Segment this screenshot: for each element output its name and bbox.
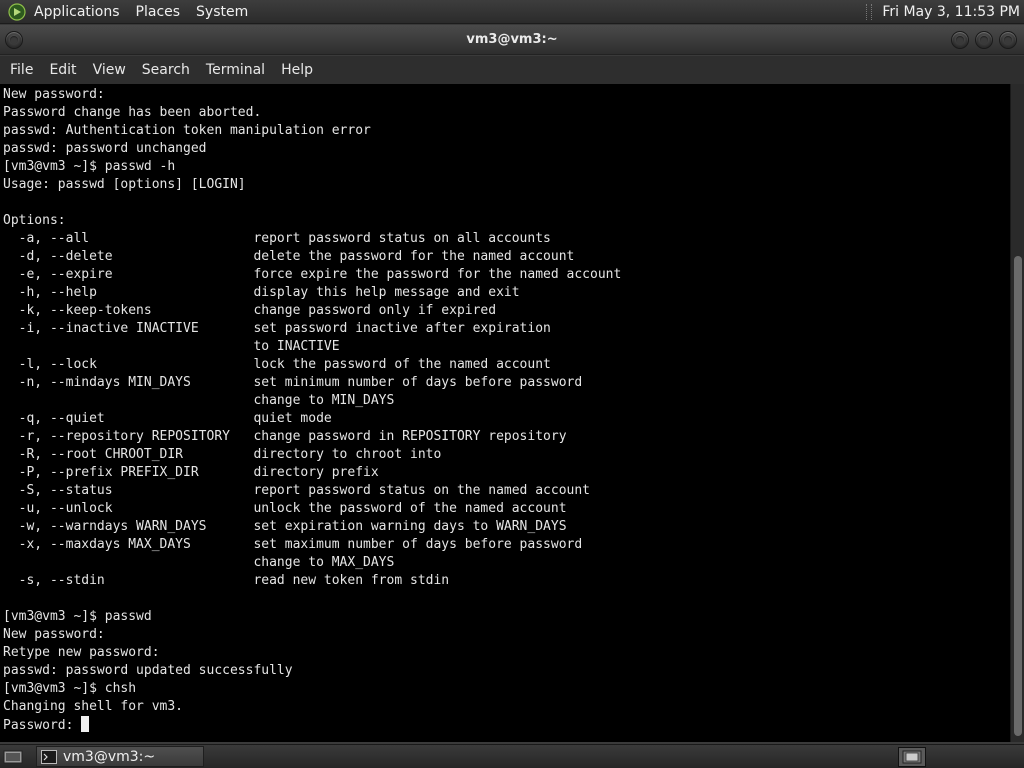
terminal-line: -a, --all report password status on all … bbox=[3, 231, 551, 246]
terminal-line: -n, --mindays MIN_DAYS set minimum numbe… bbox=[3, 375, 583, 390]
terminal-line: -S, --status report password status on t… bbox=[3, 483, 590, 498]
terminal-line: -k, --keep-tokens change password only i… bbox=[3, 303, 497, 318]
top-panel: Applications Places System Fri May 3, 11… bbox=[0, 0, 1024, 24]
terminal-line: -l, --lock lock the password of the name… bbox=[3, 357, 551, 372]
menu-places[interactable]: Places bbox=[128, 4, 189, 20]
terminal-line: -u, --unlock unlock the password of the … bbox=[3, 501, 567, 516]
terminal-line: -w, --warndays WARN_DAYS set expiration … bbox=[3, 519, 567, 534]
terminal-line: [vm3@vm3 ~]$ chsh bbox=[3, 681, 137, 696]
terminal-line: -P, --prefix PREFIX_DIR directory prefix bbox=[3, 465, 379, 480]
menu-file[interactable]: File bbox=[2, 62, 41, 78]
terminal-line: Options: bbox=[3, 213, 66, 228]
terminal-line: -d, --delete delete the password for the… bbox=[3, 249, 575, 264]
terminal-line: change to MAX_DAYS bbox=[3, 555, 395, 570]
terminal-line: -h, --help display this help message and… bbox=[3, 285, 520, 300]
terminal-line: passwd: password unchanged bbox=[3, 141, 207, 156]
distro-logo-icon[interactable] bbox=[8, 2, 26, 21]
terminal-line: Usage: passwd [options] [LOGIN] bbox=[3, 177, 246, 192]
terminal-output[interactable]: New password: Password change has been a… bbox=[0, 84, 1010, 742]
panel-right: Fri May 3, 11:53 PM bbox=[866, 0, 1024, 24]
terminal-line: [vm3@vm3 ~]$ passwd -h bbox=[3, 159, 176, 174]
text-cursor bbox=[81, 716, 90, 732]
terminal-line: Retype new password: bbox=[3, 645, 160, 660]
close-button[interactable] bbox=[999, 31, 1017, 49]
window-title: vm3@vm3:~ bbox=[466, 32, 558, 47]
menu-edit[interactable]: Edit bbox=[41, 62, 84, 78]
panel-menu: Applications Places System bbox=[0, 0, 256, 24]
terminal-scrollbar[interactable] bbox=[1010, 84, 1024, 742]
terminal-line: -R, --root CHROOT_DIR directory to chroo… bbox=[3, 447, 442, 462]
minimize-button[interactable] bbox=[951, 31, 969, 49]
terminal-line: change to MIN_DAYS bbox=[3, 393, 395, 408]
terminal-line: -q, --quiet quiet mode bbox=[3, 411, 332, 426]
clock[interactable]: Fri May 3, 11:53 PM bbox=[882, 4, 1024, 20]
terminal-line: Password change has been aborted. bbox=[3, 105, 262, 120]
workspace-switcher[interactable] bbox=[898, 746, 926, 767]
terminal-line: New password: bbox=[3, 87, 105, 102]
menu-help[interactable]: Help bbox=[273, 62, 321, 78]
terminal-line: passwd: password updated successfully bbox=[3, 663, 293, 678]
terminal-line: -x, --maxdays MAX_DAYS set maximum numbe… bbox=[3, 537, 583, 552]
password-prompt: Password: bbox=[3, 718, 82, 733]
terminal-line: [vm3@vm3 ~]$ passwd bbox=[3, 609, 152, 624]
window-menu-icon[interactable] bbox=[5, 31, 23, 49]
terminal-line: -s, --stdin read new token from stdin bbox=[3, 573, 450, 588]
taskbar-item-terminal[interactable]: vm3@vm3:~ bbox=[36, 746, 204, 767]
bottom-panel: vm3@vm3:~ bbox=[0, 744, 1024, 768]
taskbar-item-label: vm3@vm3:~ bbox=[63, 748, 156, 765]
maximize-button[interactable] bbox=[975, 31, 993, 49]
terminal-line: to INACTIVE bbox=[3, 339, 340, 354]
terminal-text: New password: Password change has been a… bbox=[3, 86, 1010, 735]
workspace-icon bbox=[902, 750, 922, 763]
menu-terminal[interactable]: Terminal bbox=[198, 62, 273, 78]
terminal-icon bbox=[41, 749, 57, 764]
terminal-line: passwd: Authentication token manipulatio… bbox=[3, 123, 371, 138]
terminal-line: New password: bbox=[3, 627, 105, 642]
show-desktop-icon[interactable] bbox=[2, 748, 24, 766]
scrollbar-thumb[interactable] bbox=[1014, 256, 1022, 736]
terminal-line: -r, --repository REPOSITORY change passw… bbox=[3, 429, 567, 444]
terminal-menubar: File Edit View Search Terminal Help bbox=[0, 56, 1024, 84]
menu-view[interactable]: View bbox=[85, 62, 134, 78]
menu-applications[interactable]: Applications bbox=[26, 4, 128, 20]
terminal-line: -i, --inactive INACTIVE set password ina… bbox=[3, 321, 551, 336]
panel-handle-icon bbox=[866, 3, 873, 20]
menu-search[interactable]: Search bbox=[134, 62, 198, 78]
window-titlebar[interactable]: vm3@vm3:~ bbox=[0, 25, 1024, 55]
menu-system[interactable]: System bbox=[188, 4, 256, 20]
terminal-line: -e, --expire force expire the password f… bbox=[3, 267, 622, 282]
terminal-line: Changing shell for vm3. bbox=[3, 699, 184, 714]
